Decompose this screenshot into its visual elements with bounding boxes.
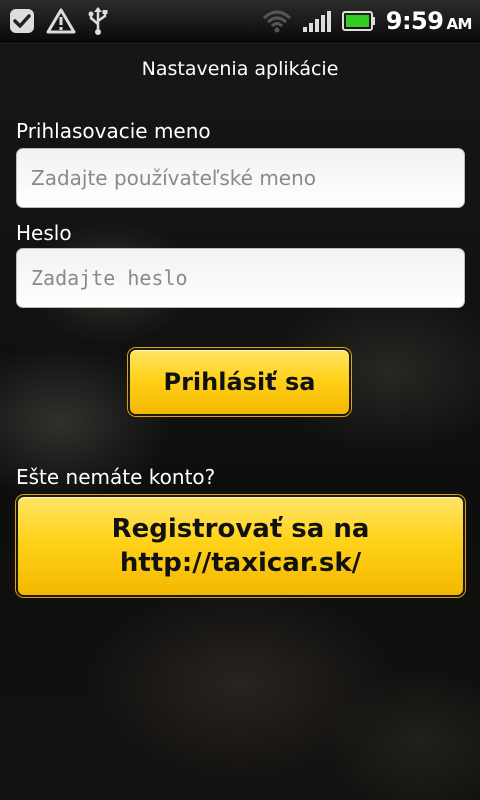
battery-icon <box>341 10 376 32</box>
signal-bars-icon <box>302 8 332 34</box>
login-button[interactable]: Prihlásiť sa <box>128 348 351 416</box>
clock-time: 9:59 <box>385 6 444 35</box>
no-account-text: Ešte nemáte konto? <box>16 465 216 489</box>
page-title: Nastavenia aplikácie <box>141 58 339 80</box>
password-label: Heslo <box>16 221 72 245</box>
clock-ampm: AM <box>446 14 472 33</box>
register-button[interactable]: Registrovať sa na http://taxicar.sk/ <box>16 495 465 597</box>
register-button-line1: Registrovať sa na <box>111 514 370 544</box>
login-button-label: Prihlásiť sa <box>163 368 316 396</box>
username-input[interactable] <box>16 148 465 208</box>
warning-triangle-icon <box>46 7 76 35</box>
wifi-icon <box>262 8 292 34</box>
status-bar: 9:59 AM <box>0 0 480 42</box>
status-bar-left <box>8 6 110 36</box>
clock: 9:59 AM <box>385 6 473 35</box>
usb-icon <box>86 6 110 36</box>
register-button-line2: http://taxicar.sk/ <box>119 548 362 578</box>
status-bar-right: 9:59 AM <box>262 7 472 35</box>
username-label: Prihlasovacie meno <box>16 119 211 143</box>
tasks-check-icon <box>8 7 36 35</box>
password-input[interactable] <box>16 248 465 308</box>
